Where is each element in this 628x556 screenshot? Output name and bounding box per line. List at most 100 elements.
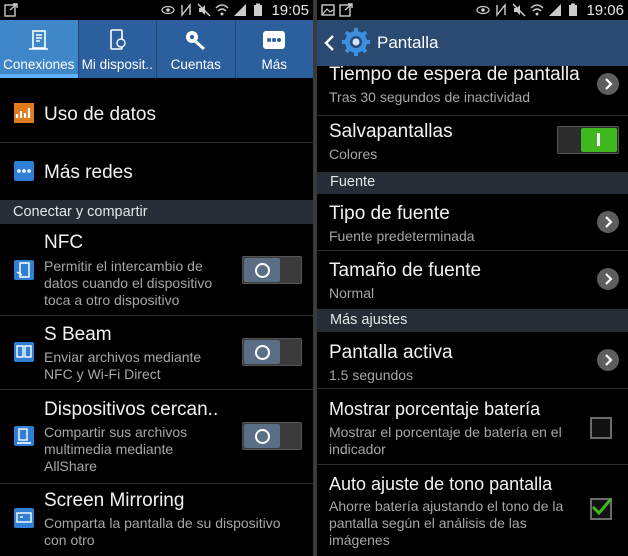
settings-tab-bar: Conexiones Mi disposit.. Cuentas Más <box>0 20 313 78</box>
item-title: Más redes <box>44 162 133 183</box>
toggle-knob <box>581 128 617 152</box>
nfc-icon <box>14 260 34 280</box>
list-item-battery-percentage[interactable]: Mostrar porcentaje batería Mostrar el po… <box>317 389 628 465</box>
status-bar: 19:06 <box>317 0 628 20</box>
nfc-toggle[interactable] <box>242 256 302 284</box>
tab-accounts[interactable]: Cuentas <box>157 20 236 78</box>
item-title: Screen Mirroring <box>44 490 185 511</box>
item-title: Salvapantallas <box>329 121 453 142</box>
signal-icon <box>234 4 247 16</box>
nearby-devices-toggle[interactable] <box>242 422 302 450</box>
nearby-devices-icon <box>14 426 34 446</box>
list-item-nearby-devices[interactable]: Dispositivos cercan.. Compartir sus arch… <box>0 390 313 484</box>
item-title: S Beam <box>44 324 112 345</box>
item-title: Tiempo de espera de pantalla <box>329 64 580 85</box>
tab-label: Cuentas <box>170 57 221 72</box>
s-beam-toggle[interactable] <box>242 338 302 366</box>
item-subtitle: Mostrar el porcentaje de batería en el i… <box>329 424 562 457</box>
section-title: Fuente <box>330 174 376 190</box>
mute-icon <box>512 3 526 17</box>
list-item-screensaver[interactable]: Salvapantallas Colores <box>317 116 628 172</box>
signal-icon <box>549 4 562 16</box>
item-title: NFC <box>44 232 84 253</box>
list-item-s-beam[interactable]: S Beam Enviar archivos mediante NFC y Wi… <box>0 316 313 390</box>
tab-label: Mi disposit.. <box>81 57 153 72</box>
connections-icon <box>28 30 48 50</box>
eye-icon <box>476 5 491 15</box>
chevron-right-icon <box>597 349 619 371</box>
section-title: Más ajustes <box>330 312 408 328</box>
wifi-icon <box>530 4 544 16</box>
section-header-font: Fuente <box>317 172 628 194</box>
item-title: Uso de datos <box>44 104 156 125</box>
my-device-icon <box>110 29 126 50</box>
back-chevron-icon[interactable] <box>323 34 335 52</box>
chevron-right-icon <box>597 211 619 233</box>
item-subtitle: Colores <box>329 146 378 162</box>
item-subtitle: 1.5 segundos <box>329 367 414 383</box>
battery-percentage-checkbox[interactable] <box>590 417 612 439</box>
item-subtitle: Ahorre batería ajustando el tono de la p… <box>329 498 564 548</box>
screen-mirroring-icon <box>14 508 34 528</box>
section-header-more-settings: Más ajustes <box>317 309 628 332</box>
item-subtitle: Normal <box>329 285 375 301</box>
item-title: Mostrar porcentaje batería <box>329 399 541 419</box>
wifi-icon <box>215 4 229 16</box>
more-networks-icon <box>14 161 34 181</box>
eye-icon <box>161 5 176 15</box>
item-subtitle: Enviar archivos mediante NFC y Wi-Fi Dir… <box>44 349 202 382</box>
item-subtitle: Compartir sus archivos multimedia median… <box>44 424 188 474</box>
toggle-knob <box>244 424 280 448</box>
list-item-nfc[interactable]: NFC Permitir el intercambio de datos cua… <box>0 224 313 316</box>
list-item-data-usage[interactable]: Uso de datos <box>0 84 313 143</box>
chevron-right-icon <box>597 73 619 95</box>
more-dots-icon <box>263 31 286 49</box>
accounts-key-icon <box>185 31 205 51</box>
list-item-font-size[interactable]: Tamaño de fuente Normal <box>317 251 628 309</box>
battery-icon <box>569 3 578 16</box>
item-title: Auto ajuste de tono pantalla <box>329 474 553 494</box>
screensaver-toggle[interactable] <box>557 126 619 154</box>
chevron-right-icon <box>597 268 619 290</box>
status-bar: 19:05 <box>0 0 313 20</box>
action-bar: Pantalla <box>317 20 628 66</box>
tab-label: Más <box>261 57 287 72</box>
item-title: Dispositivos cercan.. <box>44 399 219 420</box>
item-subtitle: Fuente predeterminada <box>329 228 475 244</box>
item-subtitle: Tras 30 segundos de inactividad <box>329 89 531 105</box>
gallery-icon <box>321 4 335 16</box>
exit-app-icon <box>339 3 353 17</box>
list-item-font-type[interactable]: Tipo de fuente Fuente predeterminada <box>317 194 628 251</box>
nfc-status-icon <box>181 3 192 17</box>
list-item-smart-stay[interactable]: Pantalla activa 1.5 segundos <box>317 332 628 389</box>
toggle-knob <box>244 340 280 364</box>
clock: 19:06 <box>586 1 624 19</box>
section-header-connect-share: Conectar y compartir <box>0 200 313 224</box>
list-item-screen-mirroring[interactable]: Screen Mirroring Comparta la pantalla de… <box>0 484 313 556</box>
checkmark-icon <box>591 498 612 516</box>
data-usage-icon <box>14 103 34 123</box>
list-item-more-networks[interactable]: Más redes <box>0 143 313 200</box>
item-title: Pantalla activa <box>329 342 453 363</box>
section-title: Conectar y compartir <box>13 204 148 220</box>
auto-tone-checkbox[interactable] <box>590 498 612 520</box>
nfc-status-icon <box>496 3 507 17</box>
list-item-screen-timeout[interactable]: Tiempo de espera de pantalla Tras 30 seg… <box>317 64 628 116</box>
connections-screen: 19:05 Conexiones Mi disposit.. Cuentas M… <box>0 0 313 556</box>
display-settings-screen: 19:06 Pantalla Tiempo de espera de panta… <box>317 0 628 556</box>
tab-connections[interactable]: Conexiones <box>0 20 79 78</box>
item-title: Tipo de fuente <box>329 203 450 224</box>
item-subtitle: Permitir el intercambio de datos cuando … <box>44 258 213 308</box>
active-tab-indicator <box>0 74 78 78</box>
list-item-auto-tone[interactable]: Auto ajuste de tono pantalla Ahorre bate… <box>317 465 628 556</box>
item-title: Tamaño de fuente <box>329 260 482 281</box>
settings-gear-icon <box>342 28 370 56</box>
page-title: Pantalla <box>377 33 439 52</box>
tab-label: Conexiones <box>3 57 75 72</box>
tab-my-device[interactable]: Mi disposit.. <box>79 20 157 78</box>
toggle-knob <box>244 258 280 282</box>
mute-icon <box>197 3 211 17</box>
clock: 19:05 <box>271 1 309 19</box>
exit-app-icon <box>4 3 18 17</box>
tab-more[interactable]: Más <box>236 20 314 78</box>
